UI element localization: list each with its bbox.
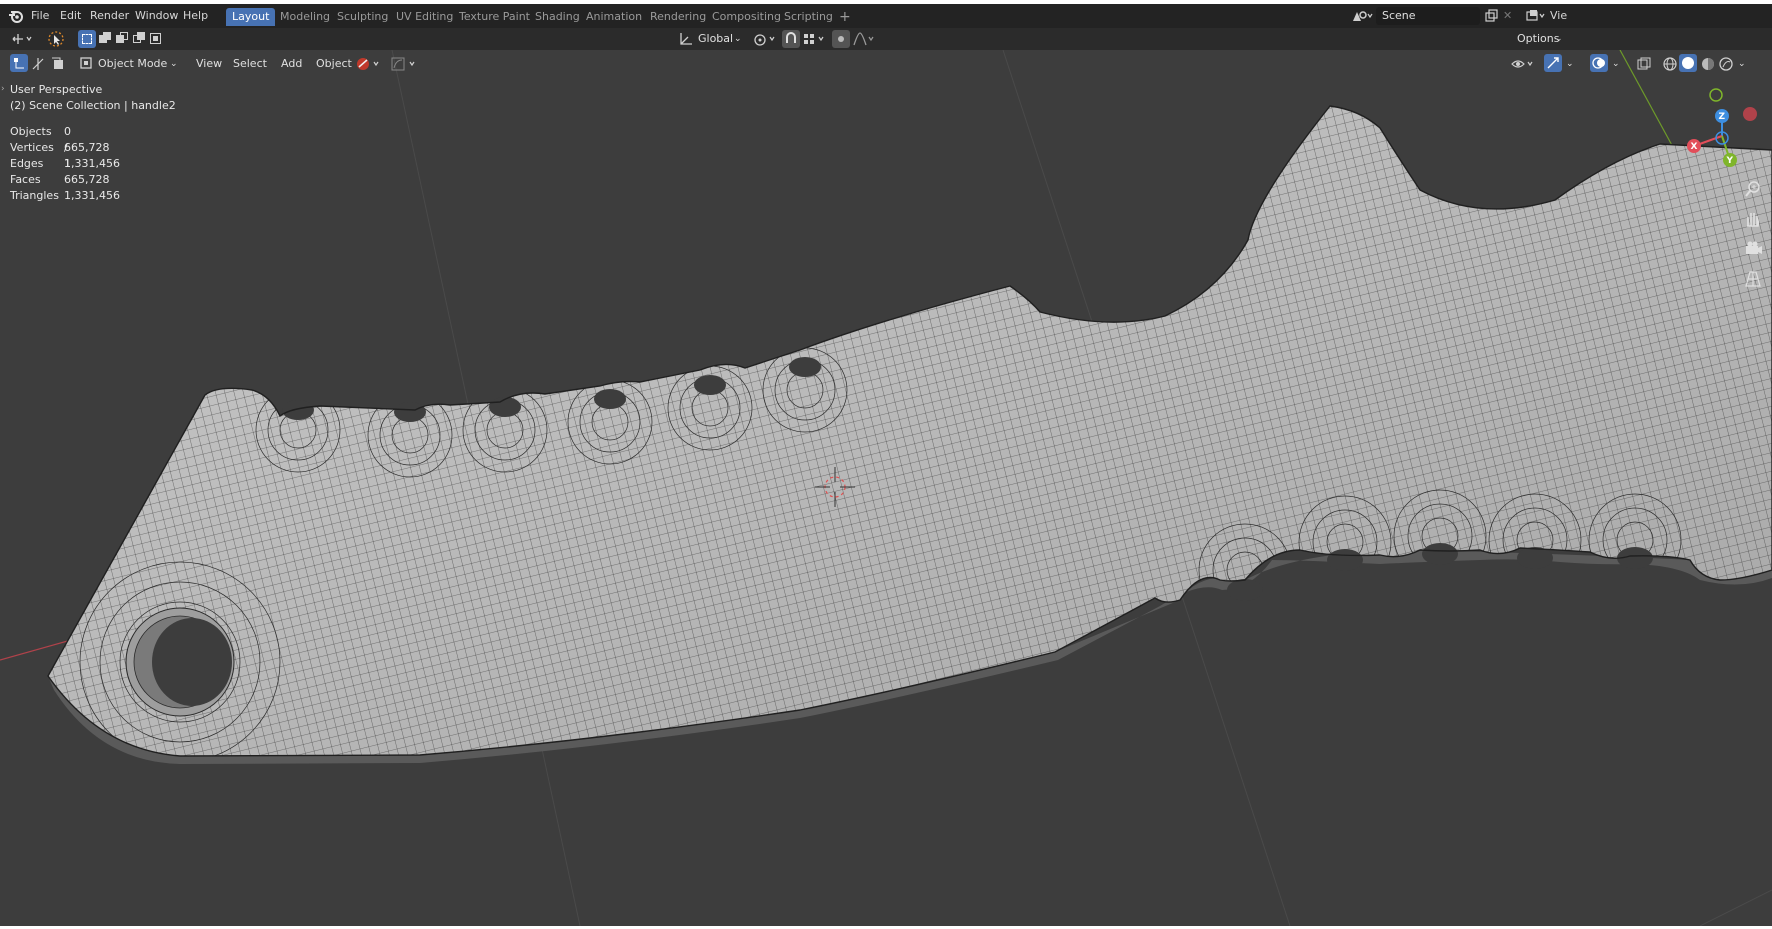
stat-value: 665,728 <box>64 173 110 186</box>
menu-view[interactable]: View <box>196 55 222 73</box>
select-mode-subtract-icon[interactable] <box>113 30 131 48</box>
tab-texture-paint[interactable]: Texture Paint <box>453 8 536 26</box>
collection-label: (2) Scene Collection | handle2 <box>10 99 176 112</box>
stat-value: 665,728 <box>64 141 110 154</box>
tab-animation[interactable]: Animation <box>580 8 648 26</box>
perspective-ortho-grid-icon[interactable] <box>1742 268 1764 290</box>
tab-modeling[interactable]: Modeling <box>274 8 336 26</box>
select-mode-extend-icon[interactable] <box>96 30 114 48</box>
snapping-falloff-icon[interactable] <box>390 56 420 72</box>
view-layer-name[interactable]: Vie <box>1550 8 1567 24</box>
menu-select[interactable]: Select <box>233 55 267 73</box>
blender-window: File Edit Render Window Help Layout Mode… <box>0 4 1772 926</box>
gizmo-neg-x-handle[interactable] <box>1743 107 1757 121</box>
tab-layout[interactable]: Layout <box>226 8 276 26</box>
delete-scene-icon[interactable]: ✕ <box>1503 8 1512 24</box>
select-tool-icon[interactable] <box>46 30 66 48</box>
tab-shading[interactable]: Shading <box>529 8 586 26</box>
toolbar-expand-icon[interactable]: › <box>1 84 5 94</box>
visibility-selectability-icon[interactable] <box>1510 56 1536 72</box>
xray-toggle-icon[interactable] <box>1636 56 1652 72</box>
menu-file[interactable]: File <box>31 8 49 24</box>
options-dropdown[interactable]: Options <box>1517 30 1559 48</box>
3d-viewport[interactable] <box>0 50 1772 926</box>
chevron-down-icon[interactable]: ⌄ <box>1566 55 1574 73</box>
new-scene-icon[interactable] <box>1484 9 1498 23</box>
camera-view-icon[interactable] <box>1742 238 1764 260</box>
chevron-down-icon[interactable]: ⌄ <box>170 55 178 73</box>
gizmo-neg-y-handle[interactable] <box>1709 88 1723 102</box>
top-menu-bar: File Edit Render Window Help Layout Mode… <box>0 4 1772 28</box>
tab-rendering[interactable]: Rendering <box>644 8 712 26</box>
mesh-wireframe <box>48 106 1772 756</box>
scene-selector-icon[interactable] <box>1351 9 1373 23</box>
navigation-gizmo[interactable]: Z X Y <box>1676 88 1772 178</box>
tab-sculpting[interactable]: Sculpting <box>331 8 394 26</box>
chevron-down-icon[interactable]: ⌄ <box>1612 55 1620 73</box>
edge-select-mode-icon[interactable] <box>30 56 46 72</box>
select-mode-new-icon[interactable] <box>78 30 96 48</box>
tab-scripting[interactable]: Scripting <box>778 8 839 26</box>
transform-tool-icon[interactable] <box>10 32 34 46</box>
gizmo-z-handle[interactable]: Z <box>1715 109 1729 123</box>
gizmo-x-handle[interactable]: X <box>1687 139 1701 153</box>
proportional-editing-icon[interactable] <box>832 30 850 48</box>
stat-label: Faces <box>10 173 41 186</box>
falloff-icon[interactable] <box>852 31 878 47</box>
lanyard-hole <box>125 607 235 717</box>
tab-uv-editing[interactable]: UV Editing <box>390 8 459 26</box>
chevron-down-icon[interactable]: ⌄ <box>734 30 742 48</box>
menu-object[interactable]: Object <box>316 55 352 73</box>
select-mode-intersect-icon[interactable] <box>147 30 165 48</box>
zoom-icon[interactable] <box>1742 178 1764 200</box>
select-mode-difference-icon[interactable] <box>130 30 148 48</box>
add-workspace-button[interactable]: + <box>833 8 857 26</box>
scene-name-field[interactable]: Scene <box>1376 7 1480 25</box>
tool-settings-header: Global ⌄ Options ⌄ <box>0 28 1772 50</box>
tab-compositing[interactable]: Compositing <box>706 8 787 26</box>
gizmo-x-label: X <box>1691 142 1698 152</box>
chevron-down-icon[interactable]: ⌄ <box>1738 55 1746 73</box>
transform-orientation-icon[interactable] <box>678 31 694 47</box>
snap-target-icon[interactable] <box>802 31 828 47</box>
mode-dropdown[interactable]: Object Mode <box>98 55 167 73</box>
object-mode-icon[interactable] <box>78 55 94 71</box>
viewport-header: Object Mode ⌄ View Select Add Object ⌄ ⌄ <box>0 52 1772 74</box>
vertex-select-mode-icon[interactable] <box>10 54 28 72</box>
solid-shading-icon[interactable] <box>1679 54 1697 72</box>
face-select-mode-icon[interactable] <box>50 56 66 72</box>
stat-label: Vertices <box>10 141 54 154</box>
menu-help[interactable]: Help <box>183 8 208 24</box>
chevron-down-icon[interactable]: ⌄ <box>1555 30 1563 48</box>
stat-value: 1,331,456 <box>64 189 120 202</box>
stat-label: Edges <box>10 157 44 170</box>
pivot-point-icon[interactable] <box>752 31 778 47</box>
menu-render[interactable]: Render <box>90 8 129 24</box>
global-shading-icon[interactable] <box>356 56 384 72</box>
transform-orientation-dropdown[interactable]: Global <box>698 30 733 48</box>
material-preview-icon[interactable] <box>1700 56 1716 72</box>
snap-toggle-icon[interactable] <box>782 30 800 48</box>
menu-window[interactable]: Window <box>135 8 178 24</box>
gizmo-z-label: Z <box>1719 112 1726 122</box>
view-layer-icon[interactable] <box>1525 9 1547 23</box>
wireframe-shading-icon[interactable] <box>1662 56 1678 72</box>
stat-label: Objects <box>10 125 52 138</box>
blender-logo-icon[interactable] <box>8 8 24 24</box>
rendered-shading-icon[interactable] <box>1718 56 1734 72</box>
overlays-toggle-icon[interactable] <box>1590 54 1608 72</box>
menu-edit[interactable]: Edit <box>60 8 81 24</box>
menu-add[interactable]: Add <box>281 55 302 73</box>
view-perspective-label: User Perspective <box>10 83 103 96</box>
gizmo-y-handle[interactable]: Y <box>1723 153 1737 167</box>
stat-label: Triangles <box>10 189 59 202</box>
pan-hand-icon[interactable] <box>1742 208 1764 230</box>
grid-line <box>1699 889 1772 926</box>
stat-value: 1,331,456 <box>64 157 120 170</box>
gizmo-toggle-icon[interactable] <box>1544 54 1562 72</box>
gizmo-y-label: Y <box>1726 156 1734 166</box>
